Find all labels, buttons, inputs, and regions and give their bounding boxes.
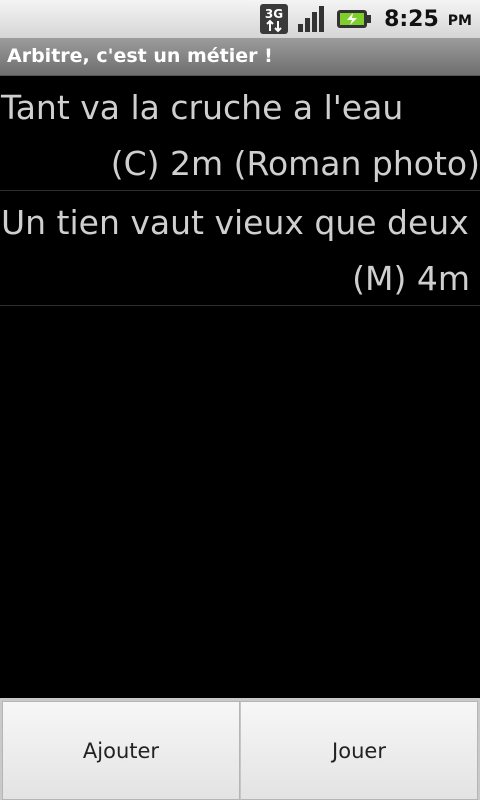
list-item[interactable]: Tant va la cruche a l'eau (C) 2m (Roman … (0, 76, 480, 191)
app-title-bar: Arbitre, c'est un métier ! (0, 38, 480, 76)
status-ampm: PM (447, 13, 472, 29)
status-time: 8:25 (384, 6, 439, 32)
network-3g-label: 3G (265, 7, 283, 21)
list-item-title: Un tien vaut vieux que deux (1, 203, 469, 242)
list-item-meta: (C) 2m (Roman photo) (110, 144, 480, 183)
bottom-button-bar: Ajouter Jouer (0, 698, 480, 800)
list-item[interactable]: Un tien vaut vieux que deux (M) 4m (0, 191, 480, 306)
play-button[interactable]: Jouer (240, 701, 478, 800)
signal-strength-icon (296, 4, 330, 34)
app-title: Arbitre, c'est un métier ! (7, 45, 273, 67)
network-3g-icon: 3G (258, 3, 290, 35)
battery-charging-icon (336, 7, 372, 31)
status-icons: 3G 8:25 PM (258, 0, 472, 38)
proverb-list: Tant va la cruche a l'eau (C) 2m (Roman … (0, 76, 480, 306)
list-item-title: Tant va la cruche a l'eau (1, 88, 404, 127)
screen: 3G 8:25 PM Arbitre, c'est un métier ! Ta… (0, 0, 480, 800)
add-button[interactable]: Ajouter (2, 701, 240, 800)
status-bar: 3G 8:25 PM (0, 0, 480, 38)
list-item-meta: (M) 4m (352, 259, 470, 298)
